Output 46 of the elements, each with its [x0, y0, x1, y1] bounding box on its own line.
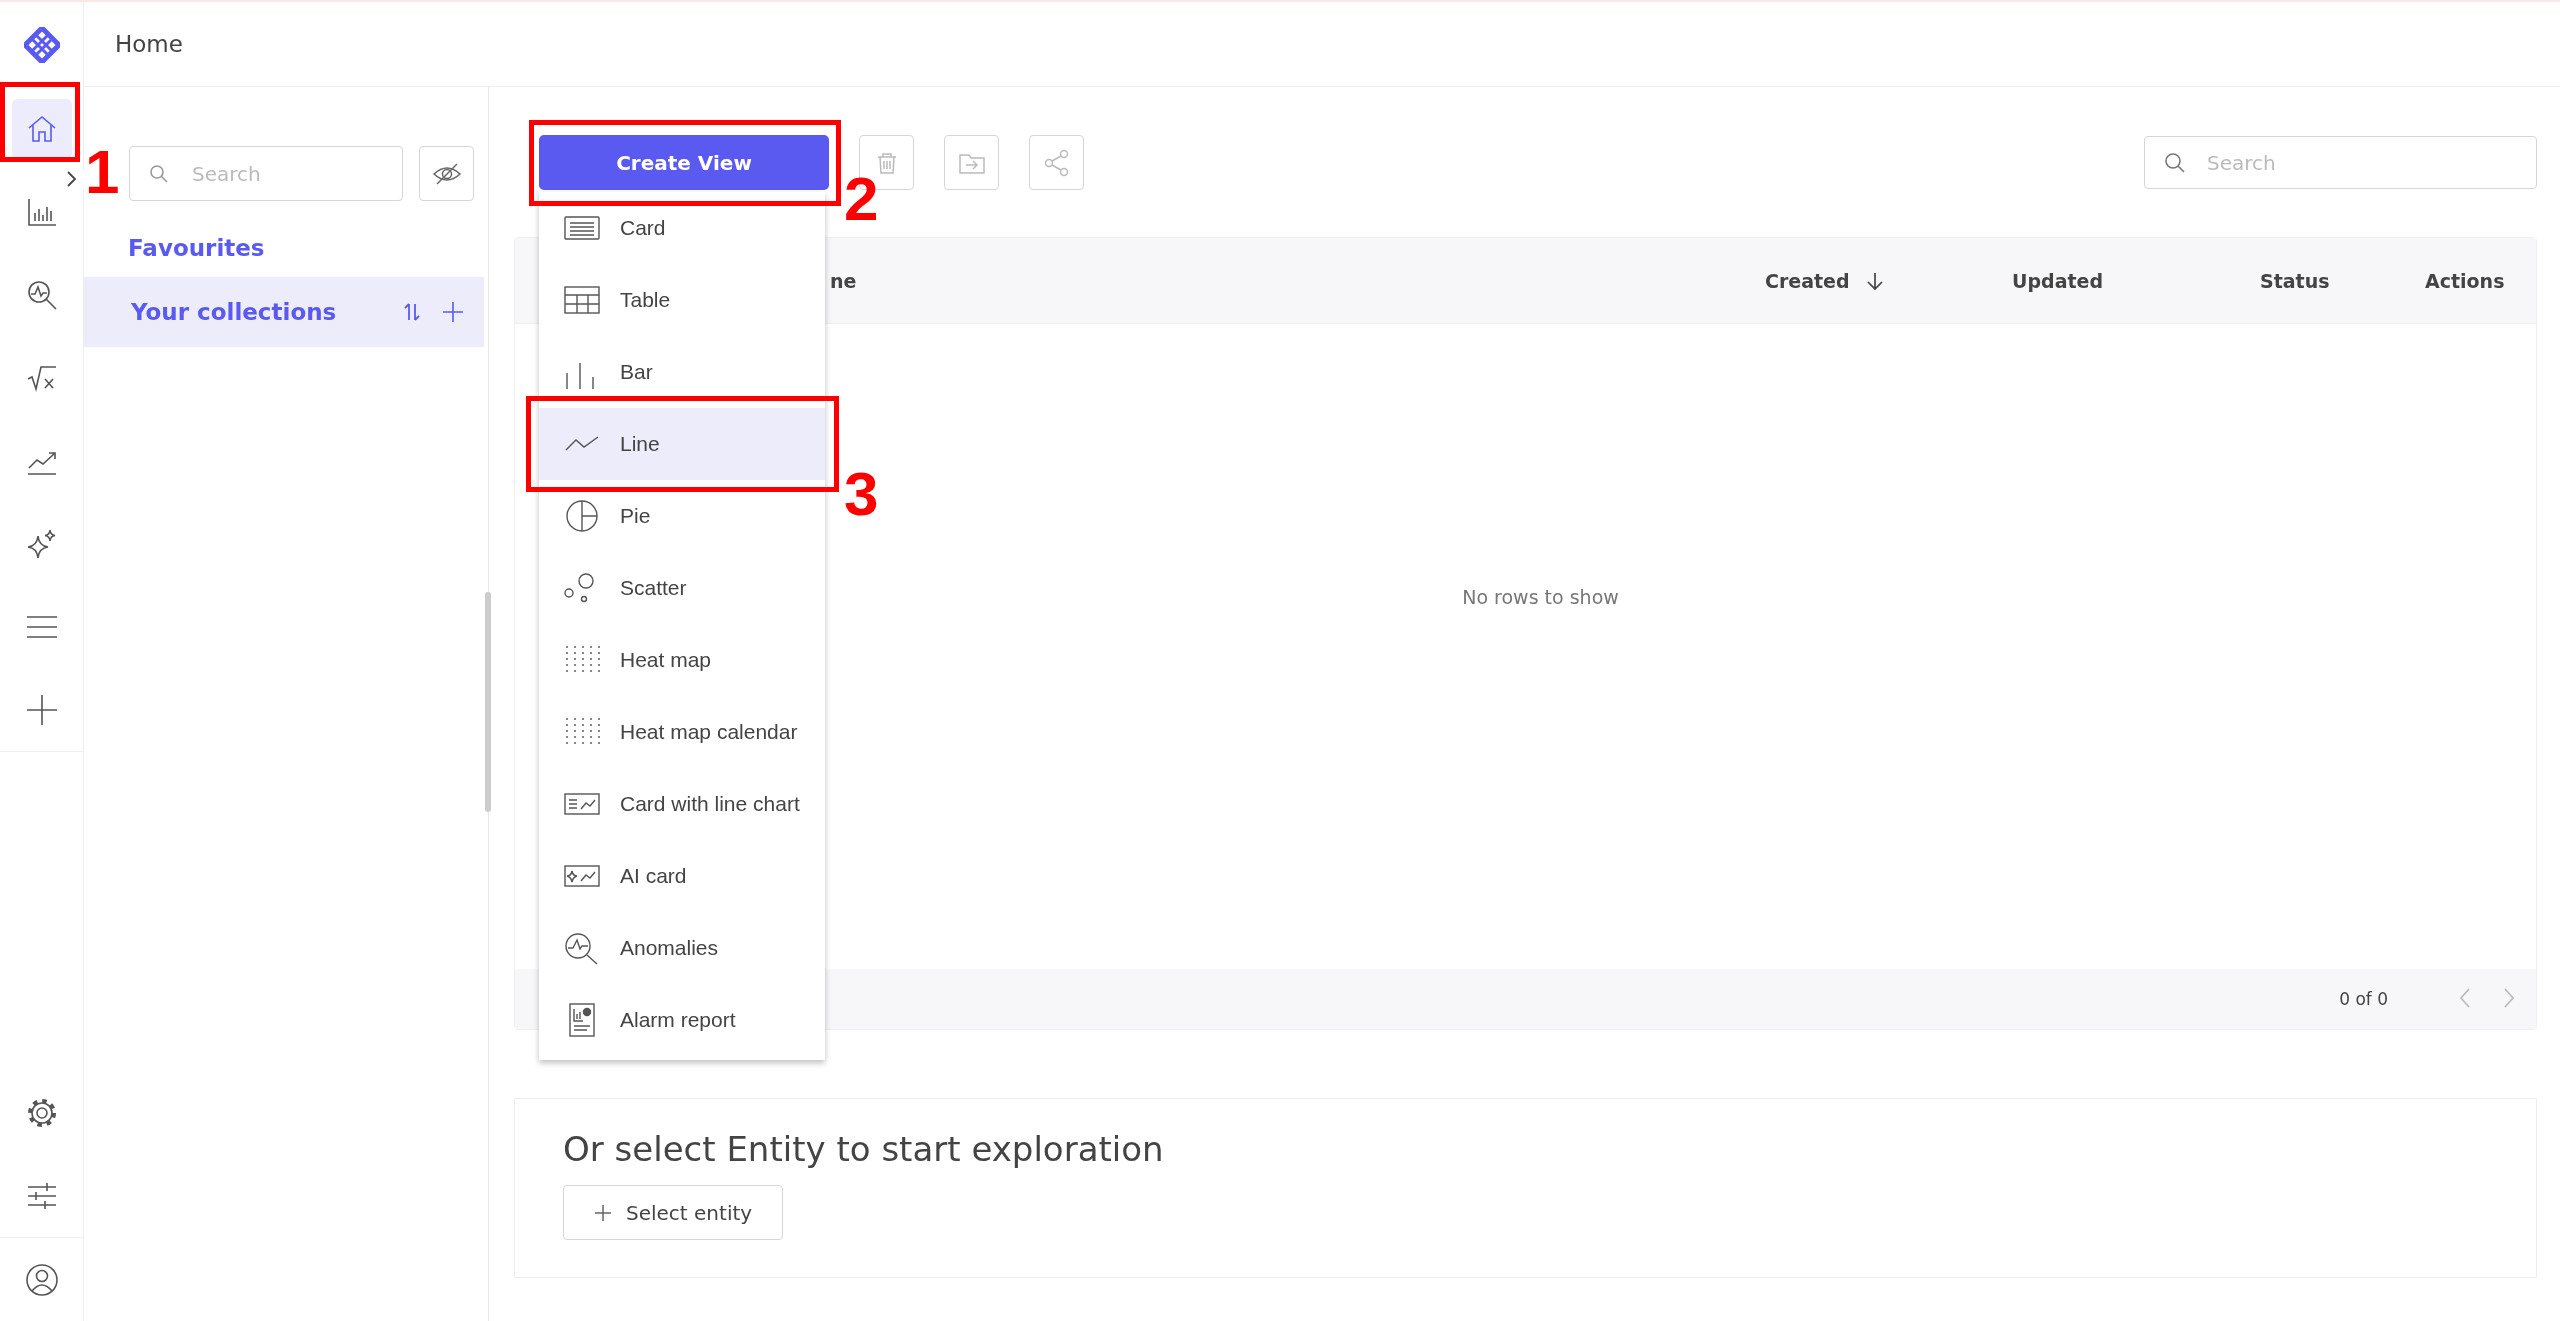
column-header: Updated — [2012, 269, 2105, 292]
logo-icon — [23, 26, 60, 63]
callout-number: 3 — [844, 463, 879, 525]
favourites-link[interactable]: Favourites — [128, 235, 265, 261]
empty-message: No rows to show — [1462, 585, 1619, 608]
menu-item[interactable]: Table — [539, 264, 825, 336]
create-view-button[interactable]: Create View — [539, 135, 829, 190]
share-icon — [1042, 148, 1071, 177]
menu-item[interactable]: Pie — [539, 480, 825, 552]
callout-number: 1 — [85, 141, 120, 203]
menu-item[interactable]: Heat map calendar — [539, 696, 825, 768]
column-header[interactable]: Created — [1765, 269, 2012, 292]
menu-item[interactable]: Scatter — [539, 552, 825, 624]
menu-item[interactable]: Alarm report — [539, 984, 825, 1056]
collections-item[interactable]: Your collections — [84, 277, 484, 347]
pie-chart-icon — [563, 499, 601, 533]
table-icon — [563, 283, 601, 317]
hide-button[interactable] — [419, 146, 474, 201]
add-icon[interactable] — [442, 301, 464, 323]
menu-item[interactable]: Card — [539, 192, 825, 264]
plus-icon — [594, 1203, 612, 1222]
column-header: Status — [2260, 269, 2331, 292]
home-nav-button[interactable] — [11, 98, 72, 159]
exploration-title: Or select Entity to start exploration — [563, 1129, 1165, 1169]
callout-number: 2 — [844, 168, 879, 230]
menu-item[interactable]: Bar — [539, 336, 825, 408]
menu-item[interactable]: Line — [539, 408, 825, 480]
pagination-count: 0 of 0 — [2339, 989, 2388, 1009]
column-header: Actions — [2425, 269, 2505, 292]
menu-item[interactable]: AI card — [539, 840, 825, 912]
menu-item[interactable]: Heat map — [539, 624, 825, 696]
column-header: ne — [829, 269, 858, 292]
eye-off-icon — [431, 161, 462, 186]
plus-icon — [24, 692, 59, 727]
menu-item[interactable]: Anomalies — [539, 912, 825, 984]
page-title: Home — [115, 31, 183, 57]
search-field[interactable]: Search — [129, 146, 403, 201]
user-icon — [24, 1262, 59, 1297]
search-field[interactable]: Search — [2144, 136, 2537, 189]
chevron-right-icon — [2502, 986, 2516, 1009]
menu-item[interactable]: Card with line chart — [539, 768, 825, 840]
chevron-right-icon — [65, 170, 77, 188]
sort-down-icon — [1865, 270, 1884, 291]
chevron-left-icon — [2458, 986, 2472, 1009]
select-entity-button[interactable]: Select entity — [563, 1185, 784, 1240]
scrollbar[interactable] — [485, 592, 491, 812]
